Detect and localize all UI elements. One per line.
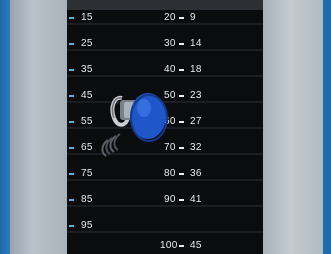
label-tick [69,199,74,201]
plate-divider [67,205,263,207]
label-tick [179,17,184,19]
right-weight-kg: 32 [190,142,202,153]
right-weight-kg: 45 [190,240,202,251]
label-tick [69,69,74,71]
left-weight-label: 35 [81,64,93,75]
left-weight-label: 55 [81,116,93,127]
right-weight-kg: 9 [190,12,196,23]
right-weight-lbs: 30 [164,38,176,49]
label-tick [179,199,184,201]
label-tick [179,69,184,71]
right-weight-lbs: 80 [164,168,176,179]
label-tick [179,173,184,175]
plate-divider [67,23,263,25]
right-weight-lbs: 100 [160,240,178,251]
left-weight-label: 95 [81,220,93,231]
label-tick [69,147,74,149]
label-tick [69,173,74,175]
plate-divider [67,231,263,233]
label-tick [69,121,74,123]
plate-divider [67,179,263,181]
left-weight-label: 15 [81,12,93,23]
right-weight-lbs: 20 [164,12,176,23]
weight-stack-photo: 15 25 35 45 55 65 75 85 95 20 9 30 14 40… [0,0,331,254]
right-weight-kg: 14 [190,38,202,49]
label-tick [69,95,74,97]
left-weight-label: 65 [81,142,93,153]
label-tick [179,43,184,45]
left-weight-label: 75 [81,168,93,179]
label-tick [69,17,74,19]
label-tick [179,121,184,123]
stack-top-plate [67,0,263,10]
right-weight-kg: 41 [190,194,202,205]
plate-divider [67,75,263,77]
right-weight-kg: 36 [190,168,202,179]
left-weight-label: 25 [81,38,93,49]
right-weight-lbs: 90 [164,194,176,205]
left-weight-label: 85 [81,194,93,205]
plate-divider [67,49,263,51]
label-tick [69,43,74,45]
right-weight-kg: 27 [190,116,202,127]
left-weight-label: 45 [81,90,93,101]
label-tick [179,95,184,97]
right-weight-kg: 23 [190,90,202,101]
right-weight-kg: 18 [190,64,202,75]
right-frame-post [263,0,323,254]
selector-pin-icon[interactable] [100,78,175,168]
label-tick [179,245,184,247]
left-frame-post [10,0,67,254]
label-tick [69,225,74,227]
label-tick [179,147,184,149]
right-weight-lbs: 40 [164,64,176,75]
